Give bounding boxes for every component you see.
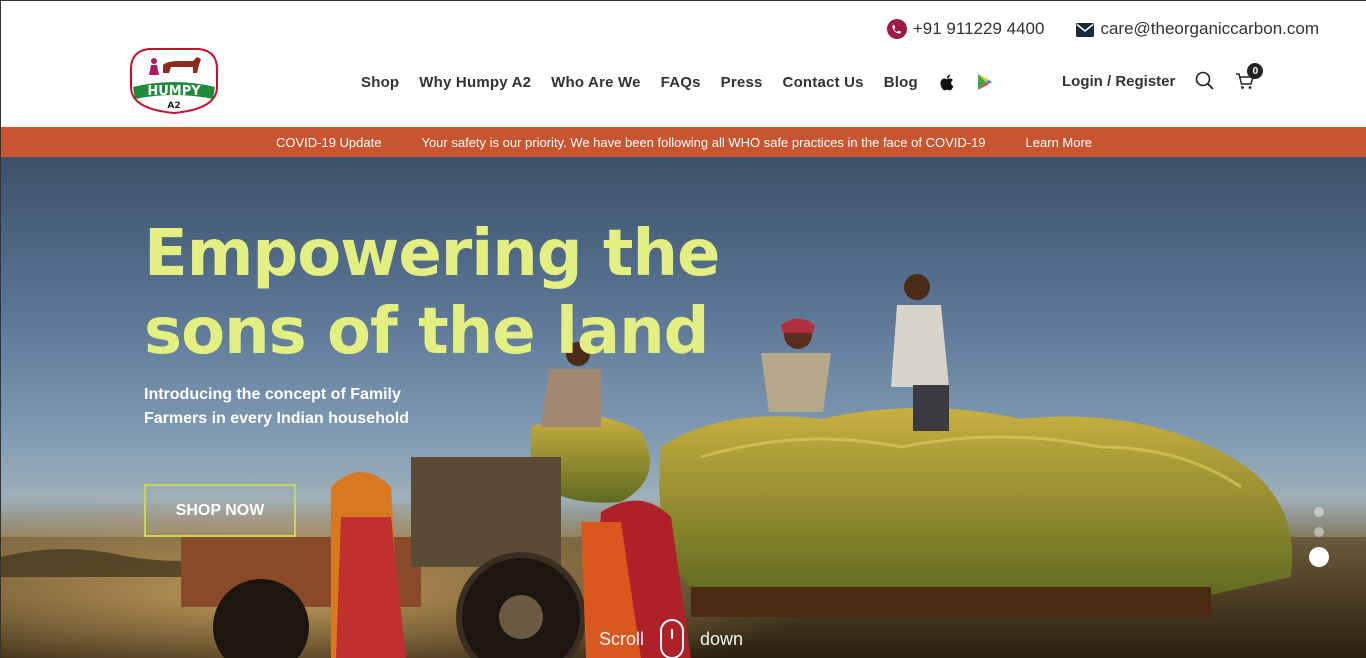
nav-who-are-we[interactable]: Who Are We [551, 74, 641, 91]
google-play-icon[interactable] [976, 73, 994, 91]
nav-faqs[interactable]: FAQs [661, 74, 701, 91]
down-label: down [700, 628, 744, 649]
envelope-icon [1076, 22, 1095, 37]
main-nav: Shop Why Humpy A2 Who Are We FAQs Press … [361, 73, 994, 91]
contact-row: +91 911229 4400 care@theorganiccarbon.co… [886, 19, 1319, 39]
nav-shop[interactable]: Shop [361, 74, 399, 91]
slider-dots [1309, 507, 1329, 567]
mouse-icon [660, 619, 685, 658]
logo-sub-text: A2 [167, 101, 180, 111]
learn-more-link[interactable]: Learn More [1026, 135, 1092, 150]
cart-count-badge: 0 [1247, 63, 1264, 79]
email-contact[interactable]: care@theorganiccarbon.com [1076, 19, 1319, 39]
covid-update-bar: COVID-19 Update Your safety is our prior… [1, 127, 1366, 157]
covid-title: COVID-19 Update [275, 134, 382, 150]
header-tools: Login / Register 0 [1062, 63, 1264, 91]
hero-banner: Empowering the sons of the land Introduc… [1, 157, 1366, 658]
hero-title: Empowering the sons of the land [144, 215, 764, 371]
email-address: care@theorganiccarbon.com [1100, 19, 1319, 38]
logo-graphic: HUMPY A2 [130, 48, 218, 115]
slider-dot-2[interactable] [1314, 527, 1324, 537]
scroll-down-indicator[interactable]: Scroll down [599, 619, 743, 658]
cart-icon[interactable]: 0 [1235, 63, 1264, 91]
covid-message: Your safety is our priority. We have bee… [421, 134, 986, 150]
slider-dot-1[interactable] [1314, 507, 1324, 517]
nav-why-humpy-a2[interactable]: Why Humpy A2 [419, 74, 531, 91]
nav-contact-us[interactable]: Contact Us [783, 74, 864, 91]
login-register-link[interactable]: Login / Register [1062, 73, 1175, 90]
logo-brand-text: HUMPY [147, 84, 201, 99]
phone-icon [886, 19, 907, 39]
apple-icon[interactable] [938, 73, 956, 91]
scroll-label: Scroll [599, 628, 645, 649]
slider-dot-3[interactable] [1309, 547, 1329, 567]
humpy-logo[interactable]: HUMPY A2 [127, 47, 221, 115]
shop-now-button[interactable]: SHOP NOW [144, 484, 296, 537]
phone-number: +91 911229 4400 [912, 19, 1045, 38]
nav-blog[interactable]: Blog [884, 74, 918, 91]
hero-subtitle: Introducing the concept of Family Farmer… [144, 386, 409, 427]
search-icon[interactable] [1195, 71, 1215, 91]
hero-title-line-2: sons of the land [144, 295, 709, 369]
site-header: HUMPY A2 +91 911229 4400 care@theorganic… [1, 1, 1366, 127]
phone-contact[interactable]: +91 911229 4400 [886, 19, 1045, 39]
nav-press[interactable]: Press [721, 74, 763, 91]
hero-title-line-1: Empowering the [144, 217, 720, 291]
